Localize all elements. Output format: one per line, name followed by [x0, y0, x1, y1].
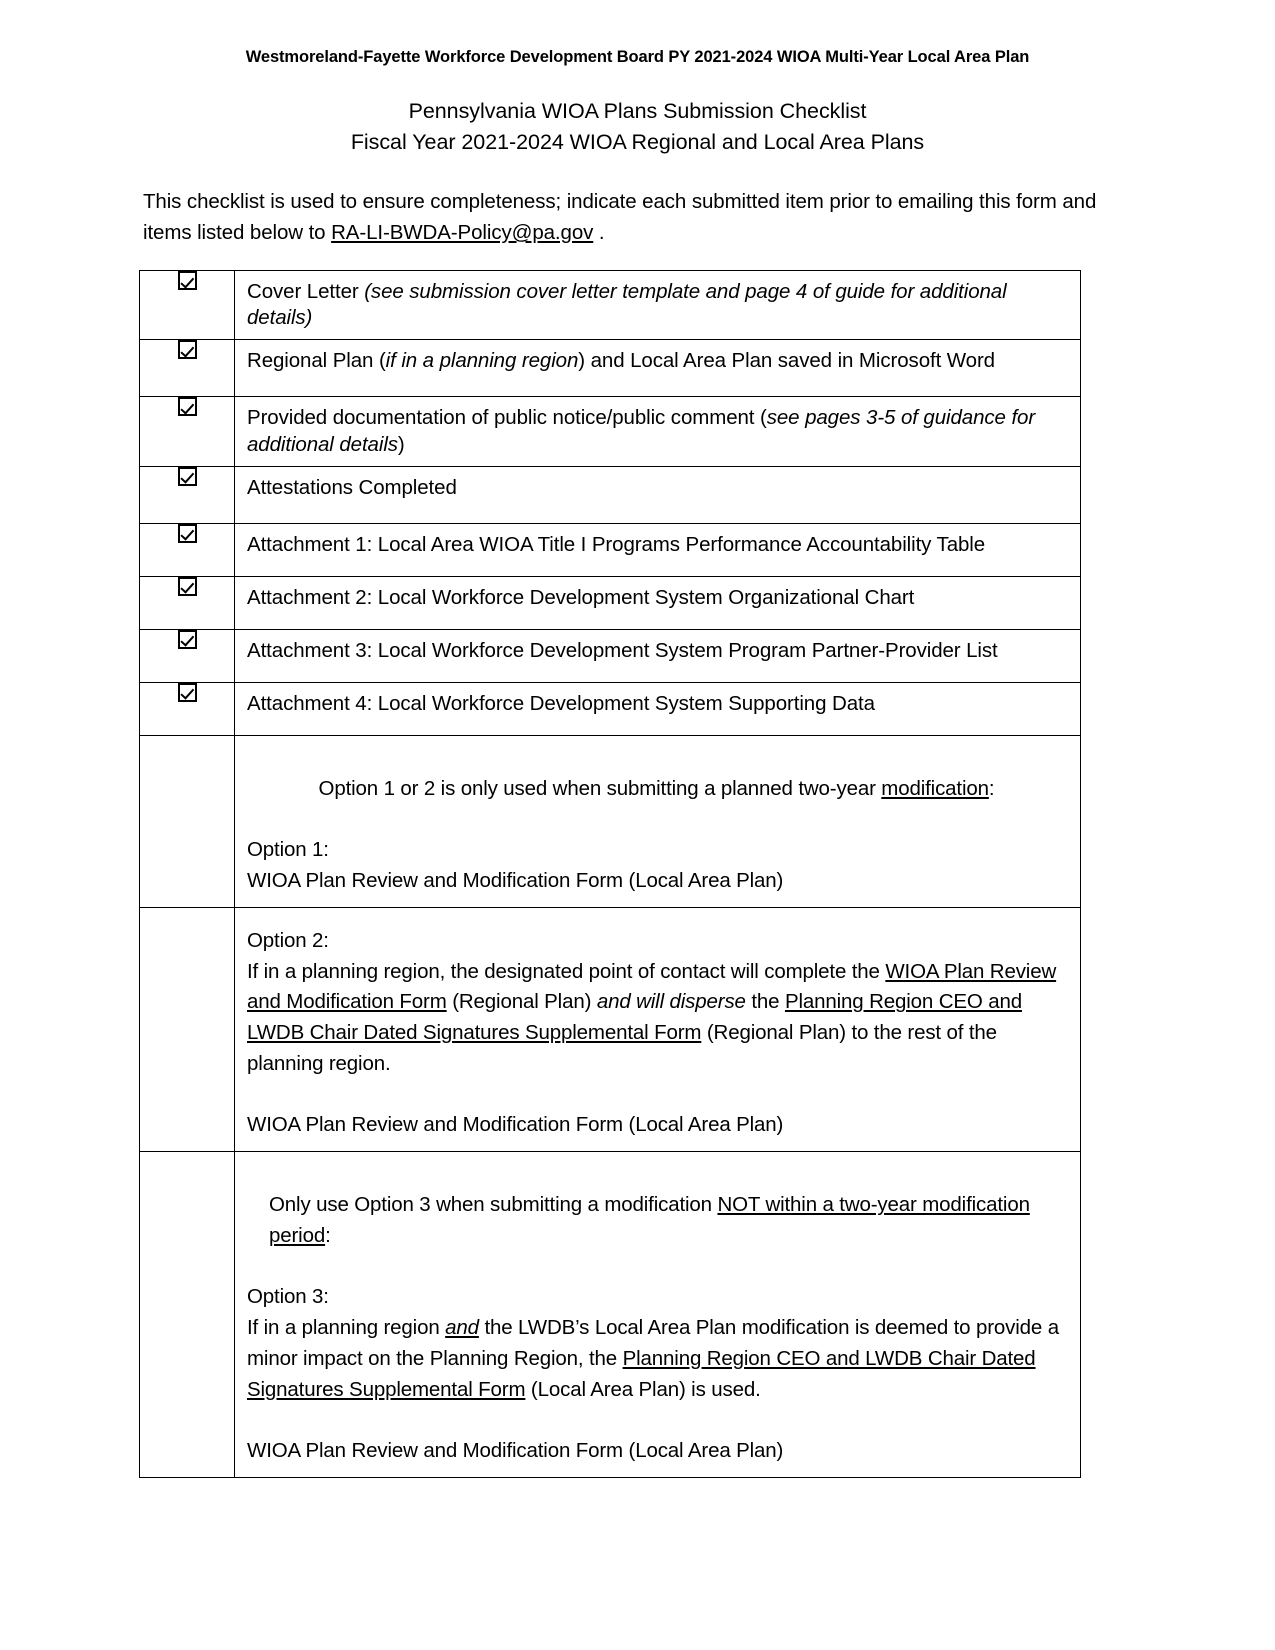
item-label-attachment-3: Attachment 3: Local Workforce Developmen… [247, 638, 998, 662]
checkbox-cell-attachment-4[interactable] [139, 681, 235, 736]
empty-checkbox-cell-option-1 [139, 734, 235, 908]
table-row: Attachment 4: Local Workforce Developmen… [139, 681, 1081, 736]
item-cell-attachment-1: Attachment 1: Local Area WIOA Title I Pr… [234, 522, 1081, 577]
item-cell-attachment-3: Attachment 3: Local Workforce Developmen… [234, 628, 1081, 683]
table-row: Provided documentation of public notice/… [139, 396, 1081, 467]
submission-checklist-table: Cover Letter (see submission cover lette… [139, 269, 1081, 1478]
option-1-label: Option 1: [247, 838, 329, 862]
option-2-italic-disperse: and will disperse [596, 990, 746, 1014]
checkbox-cell-attachment-2[interactable] [139, 575, 235, 630]
table-row-option-3: Only use Option 3 when submitting a modi… [139, 1151, 1081, 1478]
option-2-body: If in a planning region, the designated … [247, 957, 1066, 1080]
table-row: Attachment 3: Local Workforce Developmen… [139, 628, 1081, 683]
title-line-1: Pennsylvania WIOA Plans Submission Check… [408, 99, 867, 123]
empty-checkbox-cell-option-3 [139, 1151, 235, 1478]
item-cell-cover-letter: Cover Letter (see submission cover lette… [234, 269, 1081, 341]
checkbox-cell-public-notice[interactable] [139, 396, 235, 467]
checkbox-checked-icon[interactable] [177, 271, 197, 290]
running-header: Westmoreland-Fayette Workforce Developme… [245, 48, 1030, 66]
table-row: Cover Letter (see submission cover lette… [139, 269, 1081, 341]
table-row: Regional Plan (if in a planning region) … [139, 339, 1081, 398]
item-label-cover-letter: Cover Letter (see submission cover lette… [235, 271, 1080, 339]
option-2-s1: If in a planning region, the designated … [247, 959, 886, 983]
checkbox-checked-icon[interactable] [177, 523, 197, 543]
option-2-form-line: WIOA Plan Review and Modification Form (… [247, 1113, 784, 1137]
page-title: Pennsylvania WIOA Plans Submission Check… [0, 96, 1275, 157]
item-cell-attestations: Attestations Completed [234, 465, 1081, 524]
option-3-label: Option 3: [247, 1285, 329, 1309]
option-2-cell: Option 2: If in a planning region, the d… [234, 906, 1081, 1153]
table-row-option-2: Option 2: If in a planning region, the d… [139, 906, 1081, 1153]
table-row: Attachment 1: Local Area WIOA Title I Pr… [139, 522, 1081, 577]
title-line-2: Fiscal Year 2021-2024 WIOA Regional and … [350, 129, 925, 154]
intro-paragraph: This checklist is used to ensure complet… [143, 186, 1103, 248]
item-text-plain-tail: ) and Local Area Plan saved in Microsoft… [578, 349, 995, 373]
checkbox-checked-icon[interactable] [177, 576, 197, 596]
table-row-option-1: Option 1 or 2 is only used when submitti… [139, 734, 1081, 908]
item-cell-regional-plan: Regional Plan (if in a planning region) … [234, 339, 1081, 398]
checkbox-checked-icon[interactable] [177, 466, 197, 486]
option-3-lead-tail: : [325, 1223, 331, 1247]
option-2-label: Option 2: [247, 928, 329, 952]
option-3-s3: (Local Area Plan) is used. [525, 1377, 761, 1401]
option-1-cell: Option 1 or 2 is only used when submitti… [234, 734, 1081, 908]
checkbox-cell-attachment-3[interactable] [139, 628, 235, 683]
intro-text-part1: This checklist is used to ensure complet… [143, 190, 1097, 245]
option-3-form-line: WIOA Plan Review and Modification Form (… [247, 1439, 784, 1463]
option-1-lead-underline: modification [881, 776, 989, 800]
document-page: Westmoreland-Fayette Workforce Developme… [0, 0, 1275, 1650]
item-text-plain-tail: ) [397, 432, 405, 456]
checkbox-checked-icon[interactable] [177, 682, 197, 702]
item-text-italic: if in a planning region [385, 349, 579, 373]
option-3-lead-plain: Only use Option 3 when submitting a modi… [269, 1193, 718, 1217]
item-label-attachment-4: Attachment 4: Local Workforce Developmen… [247, 691, 875, 715]
checkbox-cell-regional-plan[interactable] [139, 339, 235, 398]
item-text-plain: Regional Plan ( [247, 349, 386, 373]
option-2-s3: the [745, 990, 785, 1014]
table-row: Attestations Completed [139, 465, 1081, 524]
option-1-form-line: WIOA Plan Review and Modification Form (… [247, 869, 784, 893]
policy-email-link[interactable]: RA-LI-BWDA-Policy@pa.gov [331, 221, 593, 244]
checkbox-cell-cover-letter[interactable] [139, 269, 235, 341]
checkbox-cell-attachment-1[interactable] [139, 522, 235, 577]
item-label-regional-plan: Regional Plan (if in a planning region) … [235, 340, 1080, 382]
item-text-plain: Provided documentation of public notice/… [247, 406, 767, 430]
item-text-plain: Attestations Completed [247, 475, 457, 499]
checkbox-cell-attestations[interactable] [139, 465, 235, 524]
item-cell-public-notice: Provided documentation of public notice/… [234, 396, 1081, 467]
option-1-lead-plain: Option 1 or 2 is only used when submitti… [318, 776, 882, 800]
table-row: Attachment 2: Local Workforce Developmen… [139, 575, 1081, 630]
option-1-lead-tail: : [988, 776, 995, 800]
option-3-body: If in a planning region and the LWDB’s L… [247, 1313, 1066, 1405]
item-label-attachment-1: Attachment 1: Local Area WIOA Title I Pr… [247, 532, 986, 556]
option-3-italic-underline-and: and [445, 1316, 479, 1340]
option-1-lead: Option 1 or 2 is only used when submitti… [247, 746, 1066, 805]
empty-checkbox-cell-option-2 [139, 906, 235, 1153]
option-3-content: Only use Option 3 when submitting a modi… [235, 1152, 1080, 1477]
option-3-lead: Only use Option 3 when submitting a modi… [247, 1162, 1066, 1252]
intro-text-part2: . [593, 221, 605, 245]
checkbox-checked-icon[interactable] [177, 340, 197, 360]
option-3-s1: If in a planning region [247, 1316, 446, 1340]
item-label-public-notice: Provided documentation of public notice/… [235, 397, 1080, 465]
option-3-cell: Only use Option 3 when submitting a modi… [234, 1151, 1081, 1478]
option-2-s2: (Regional Plan) [446, 990, 597, 1014]
checkbox-checked-icon[interactable] [177, 629, 197, 649]
option-1-content: Option 1 or 2 is only used when submitti… [235, 736, 1080, 907]
option-2-content: Option 2: If in a planning region, the d… [235, 908, 1080, 1151]
item-text-plain: Cover Letter [247, 280, 365, 303]
item-cell-attachment-2: Attachment 2: Local Workforce Developmen… [234, 575, 1081, 630]
item-label-attestations: Attestations Completed [235, 467, 1080, 509]
item-cell-attachment-4: Attachment 4: Local Workforce Developmen… [234, 681, 1081, 736]
checkbox-checked-icon[interactable] [177, 397, 197, 417]
item-label-attachment-2: Attachment 2: Local Workforce Developmen… [247, 585, 915, 609]
